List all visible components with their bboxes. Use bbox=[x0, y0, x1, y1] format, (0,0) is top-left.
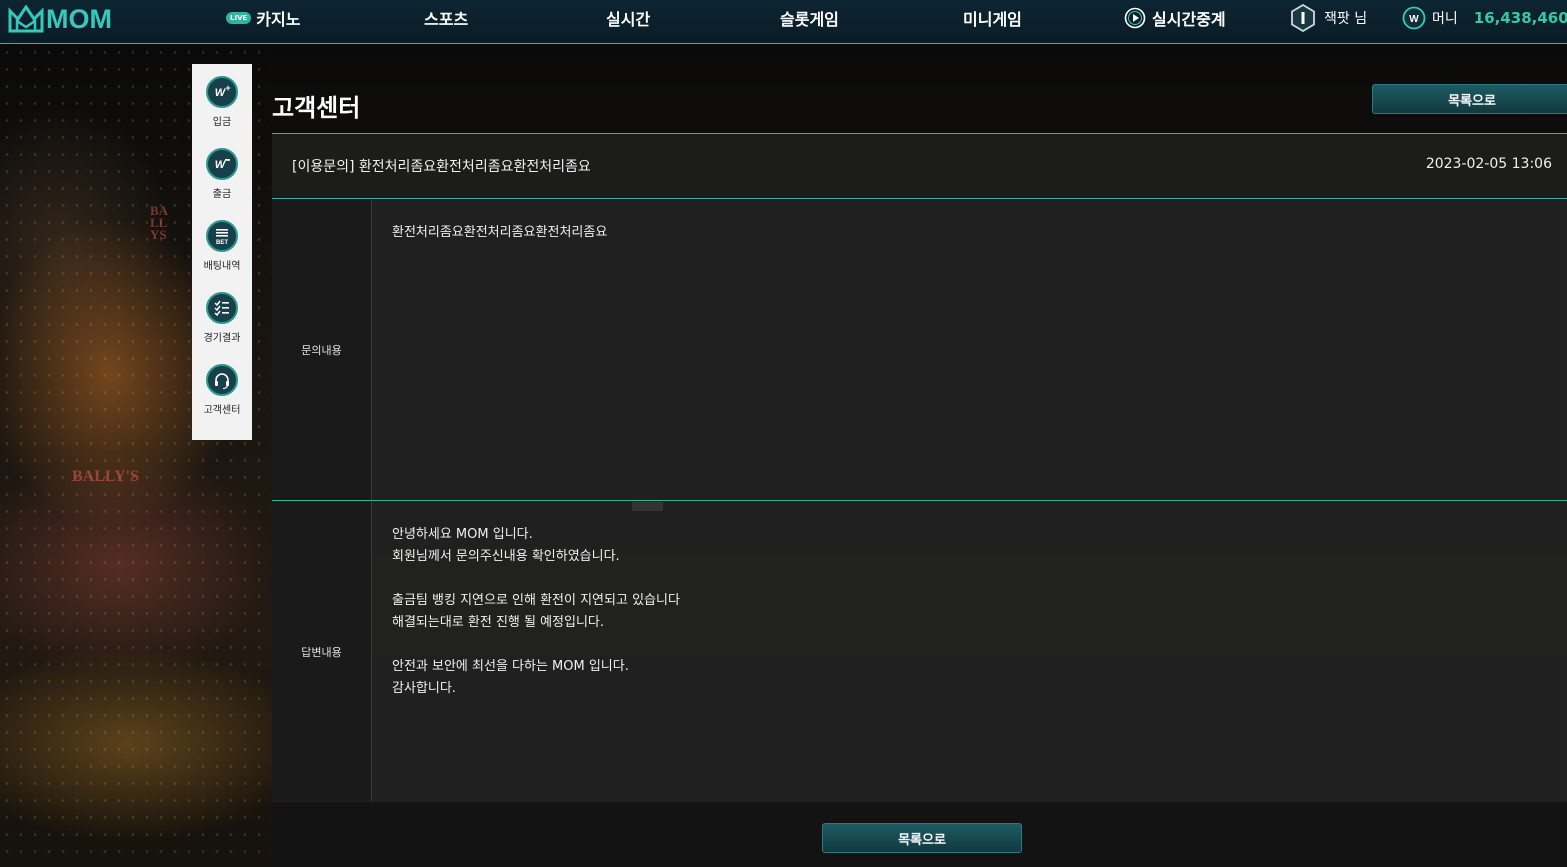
nav-livestream-label: 실시간중계 bbox=[1152, 10, 1226, 29]
inquiry-subject: [이용문의] 환전처리좀요환전처리좀요환전처리좀요 bbox=[292, 159, 591, 175]
user-profile[interactable]: 잭팟 님 bbox=[1290, 4, 1367, 32]
svg-text:+: + bbox=[225, 83, 230, 93]
answer-line: 출금팀 뱅킹 지연으로 인해 환전이 지연되고 있습니다 bbox=[392, 593, 680, 608]
nav-casino[interactable]: LIVE 카지노 bbox=[226, 6, 300, 30]
answer-line: 해결되는대로 환전 진행 될 예정입니다. bbox=[392, 615, 605, 630]
won-coin-icon: W bbox=[1402, 6, 1426, 30]
money-label: 머니 bbox=[1432, 11, 1458, 27]
quick-customer-center[interactable]: 고객센터 bbox=[192, 364, 252, 436]
quick-deposit-label: 입금 bbox=[212, 117, 232, 128]
deposit-icon: W + bbox=[206, 76, 238, 108]
quick-bet-history[interactable]: BET 배팅내역 bbox=[192, 220, 252, 292]
inquiry-section: 문의내용 환전처리좀요환전처리좀요환전처리좀요 bbox=[272, 200, 1567, 501]
top-navigation: MOM LIVE 카지노 스포츠 실시간 슬롯게임 미니게임 실시간중계 잭팟 … bbox=[0, 0, 1567, 44]
user-name: 잭팟 님 bbox=[1324, 11, 1368, 27]
answer-label: 답변내용 bbox=[272, 502, 372, 801]
quick-deposit[interactable]: W + 입금 bbox=[192, 76, 252, 148]
svg-text:W: W bbox=[215, 159, 227, 171]
answer-line: 안전과 보안에 최선을 다하는 MOM 입니다. bbox=[392, 659, 629, 674]
quick-match-results-label: 경기결과 bbox=[203, 333, 241, 344]
logo-text: MOM bbox=[46, 3, 112, 34]
back-to-list-button-top[interactable]: 목록으로 bbox=[1372, 84, 1567, 114]
nav-sports[interactable]: 스포츠 bbox=[424, 6, 468, 30]
withdraw-icon: W bbox=[206, 148, 238, 180]
inquiry-body: 환전처리좀요환전처리좀요환전처리좀요 bbox=[392, 225, 608, 240]
detail-footer: 목록으로 bbox=[272, 803, 1567, 867]
nav-livestream[interactable]: 실시간중계 bbox=[1124, 6, 1226, 30]
quick-withdraw[interactable]: W 출금 bbox=[192, 148, 252, 220]
play-icon bbox=[1124, 7, 1146, 29]
bet-history-icon: BET bbox=[206, 220, 238, 252]
answer-line bbox=[392, 634, 1547, 656]
nav-casino-label: 카지노 bbox=[256, 10, 301, 29]
quick-match-results[interactable]: 경기결과 bbox=[192, 292, 252, 364]
back-to-list-button-bottom[interactable]: 목록으로 bbox=[822, 823, 1022, 853]
money-balance: W 머니 16,438,460 원 bbox=[1402, 5, 1567, 31]
money-value: 16,438,460 bbox=[1473, 9, 1567, 27]
answer-body: 안녕하세요 MOM 입니다. 회원님께서 문의주신내용 확인하였습니다. 출금팀… bbox=[392, 524, 1547, 700]
nav-mini[interactable]: 미니게임 bbox=[963, 6, 1022, 30]
answer-line bbox=[392, 568, 1547, 590]
inquiry-subject-row: [이용문의] 환전처리좀요환전처리좀요환전처리좀요 2023-02-05 13:… bbox=[272, 134, 1567, 199]
answer-section: 답변내용 안녕하세요 MOM 입니다. 회원님께서 문의주신내용 확인하였습니다… bbox=[272, 502, 1567, 802]
page-title: 고객센터 bbox=[272, 94, 361, 122]
crown-logo-icon bbox=[8, 5, 44, 33]
svg-text:BET: BET bbox=[216, 240, 228, 246]
headset-icon bbox=[206, 364, 238, 396]
background-sign-horizontal: BALLY'S bbox=[72, 468, 139, 485]
answer-line: 회원님께서 문의주신내용 확인하였습니다. bbox=[392, 549, 620, 564]
quick-bet-history-label: 배팅내역 bbox=[203, 261, 241, 272]
site-logo[interactable]: MOM bbox=[8, 4, 112, 34]
nav-slot[interactable]: 슬롯게임 bbox=[780, 6, 839, 30]
customer-center-detail: 고객센터 목록으로 [이용문의] 환전처리좀요환전처리좀요환전처리좀요 2023… bbox=[272, 64, 1567, 867]
live-badge: LIVE bbox=[226, 12, 252, 24]
nav-realtime[interactable]: 실시간 bbox=[606, 6, 650, 30]
checklist-icon bbox=[206, 292, 238, 324]
quick-menu: W + 입금 W 출금 BET 배팅내역 경기결과 고객센터 bbox=[192, 64, 252, 440]
svg-text:W: W bbox=[1409, 14, 1419, 25]
background-sign-vertical: BALLYS bbox=[150, 203, 169, 242]
answer-line: 감사합니다. bbox=[392, 681, 456, 696]
answer-line: 안녕하세요 MOM 입니다. bbox=[392, 527, 533, 542]
quick-withdraw-label: 출금 bbox=[212, 189, 232, 200]
inquiry-date: 2023-02-05 13:06 bbox=[1425, 156, 1552, 172]
level-hexagon-icon bbox=[1291, 4, 1315, 32]
quick-customer-center-label: 고객센터 bbox=[203, 405, 241, 416]
inquiry-label: 문의내용 bbox=[272, 200, 372, 500]
